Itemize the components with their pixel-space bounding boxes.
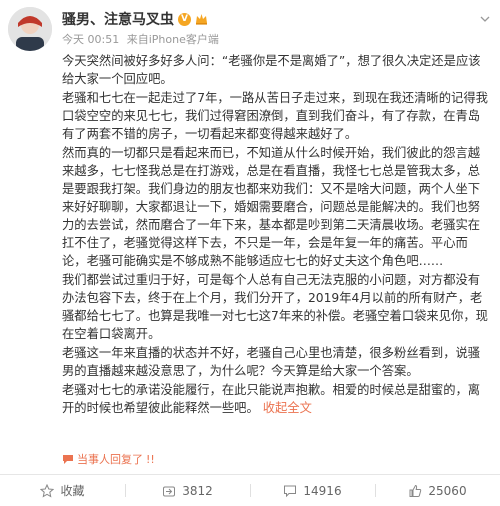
like-count: 25060 (428, 483, 467, 498)
like-button[interactable]: 25060 (375, 475, 500, 506)
repost-count: 3812 (182, 483, 213, 498)
post-paragraph: 老骚和七七在一起走过了7年，一路从苦日子走过来，到现在我还清晰的记得我口袋空空的… (62, 91, 488, 141)
reply-notice[interactable]: 当事人回复了!! (62, 451, 155, 467)
post-source[interactable]: iPhone客户端 (149, 33, 219, 46)
post-header: 骚男、注意马叉虫 V 今天 00:51 来自iPhone客户端 (0, 0, 500, 52)
thumbs-up-icon (409, 484, 422, 497)
action-bar: 收藏 3812 14916 25060 (0, 474, 500, 506)
favorite-label: 收藏 (60, 484, 85, 498)
chevron-down-icon[interactable] (480, 14, 490, 24)
post-paragraph: 我们都尝试过重归于好，可是每个人总有自己无法克服的小问题，对方都没有办法包容下去… (62, 273, 488, 341)
collapse-button[interactable]: 收起全文 (263, 401, 312, 415)
favorite-button[interactable]: 收藏 (0, 475, 125, 506)
username[interactable]: 骚男、注意马叉虫 V (62, 9, 208, 29)
comment-count: 14916 (303, 483, 342, 498)
post-paragraph: 然而真的一切都只是看起来而已，不知道从什么时候开始，我们彼此的怨言越来越多，七七… (62, 146, 481, 268)
verified-v-icon: V (178, 12, 191, 26)
post-paragraph: 老骚这一年来直播的状态并不好，老骚自己心里也清楚，很多粉丝看到，说骚男的直播越来… (62, 346, 481, 378)
repost-button[interactable]: 3812 (125, 475, 250, 506)
post-paragraph-last: 老骚对七七的承诺没能履行，在此只能说声抱歉。相爱的时候总是甜蜜的，离开的时候也希… (62, 381, 492, 417)
reply-notice-marks: !! (146, 452, 155, 466)
avatar[interactable] (8, 7, 52, 51)
post-time[interactable]: 今天 00:51 (62, 33, 119, 46)
star-icon (40, 483, 55, 498)
reply-icon (63, 455, 73, 464)
post-body: 今天突然间被好多好多人问：“老骚你是不是离婚了”，想了很久决定还是应该给大家一个… (62, 52, 492, 418)
post-paragraph: 今天突然间被好多好多人问：“老骚你是不是离婚了”，想了很久决定还是应该给大家一个… (62, 54, 481, 86)
post-meta: 今天 00:51 来自iPhone客户端 (62, 31, 223, 47)
comment-icon (284, 485, 297, 497)
comment-button[interactable]: 14916 (250, 475, 375, 506)
username-text[interactable]: 骚男、注意马叉虫 (62, 9, 174, 29)
reply-notice-text[interactable]: 当事人回复了 (77, 451, 143, 467)
vip-crown-icon (196, 14, 207, 25)
source-prefix: 来自 (126, 33, 149, 46)
repost-icon (163, 486, 176, 496)
